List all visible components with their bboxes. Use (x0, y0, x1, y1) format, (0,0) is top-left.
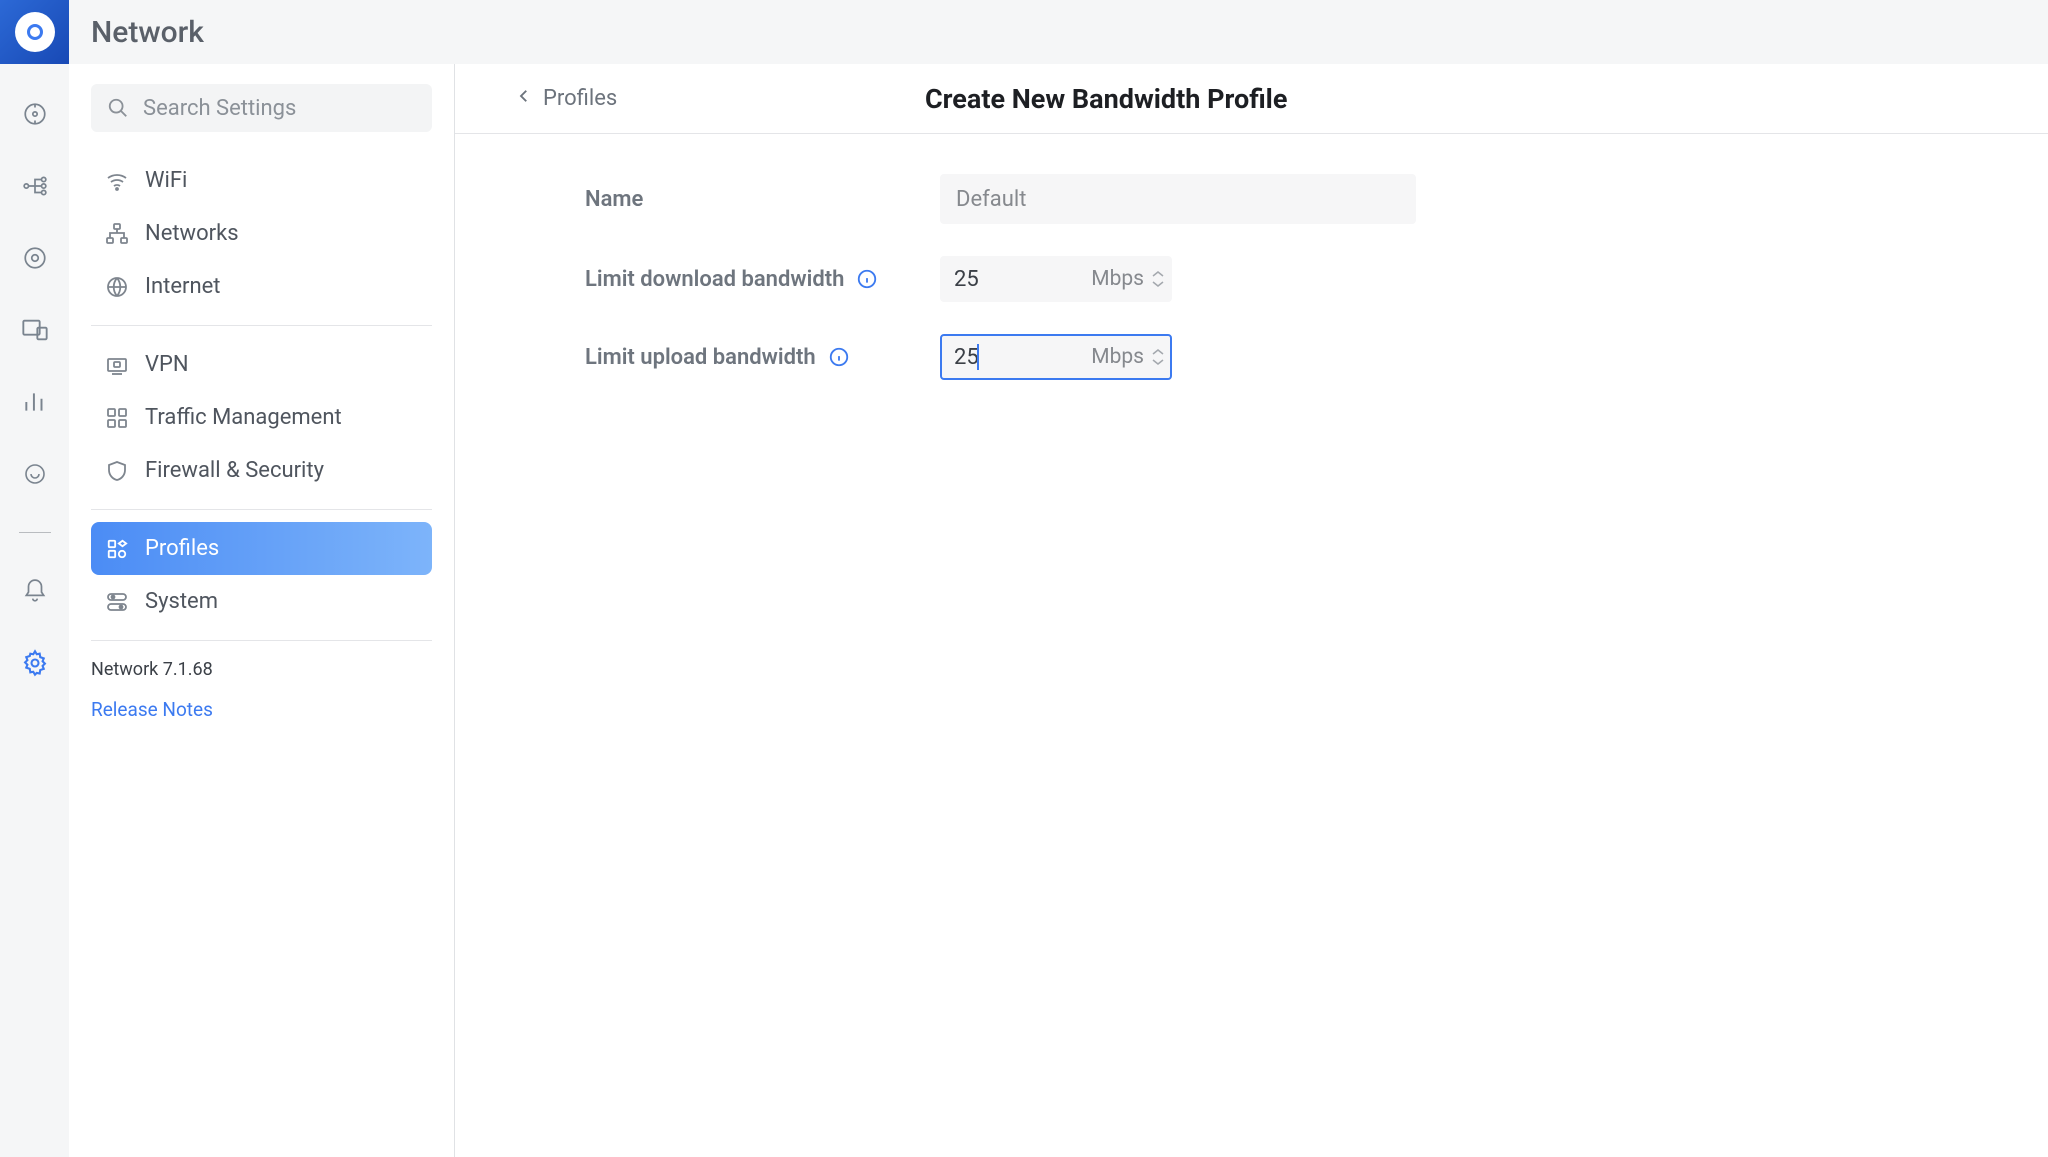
back-label: Profiles (543, 86, 617, 111)
nav-label: Internet (145, 274, 220, 299)
rail-stats-icon[interactable] (21, 388, 49, 416)
panel-title: Create New Bandwidth Profile (925, 83, 1287, 115)
chevron-left-icon (515, 86, 533, 111)
text-cursor (977, 344, 979, 370)
nav-networks[interactable]: Networks (91, 207, 432, 260)
nav-profiles[interactable]: Profiles (91, 522, 432, 575)
version-text: Network 7.1.68 (91, 659, 432, 680)
search-input[interactable] (143, 96, 416, 121)
release-notes-link[interactable]: Release Notes (91, 698, 432, 721)
page-title: Network (91, 15, 204, 50)
rail-divider (19, 532, 51, 533)
shield-icon (105, 459, 129, 483)
info-icon[interactable] (828, 346, 850, 368)
rail-dashboard-icon[interactable] (21, 100, 49, 128)
nav-wifi[interactable]: WiFi (91, 154, 432, 207)
stepper-up-icon[interactable] (1152, 270, 1164, 278)
nav-system[interactable]: System (91, 575, 432, 628)
stepper-up-icon[interactable] (1152, 348, 1164, 356)
nav-label: VPN (145, 352, 189, 377)
icon-rail (0, 0, 69, 1157)
nav-label: Profiles (145, 536, 219, 561)
app-header: Network (69, 0, 2048, 64)
stepper-down-icon[interactable] (1152, 280, 1164, 288)
rail-topology-icon[interactable] (21, 172, 49, 200)
upload-field-wrap[interactable]: 25 Mbps (940, 334, 1172, 380)
main-panel: Profiles Create New Bandwidth Profile Na… (455, 64, 2048, 1157)
rail-insights-icon[interactable] (21, 460, 49, 488)
vpn-icon (105, 353, 129, 377)
upload-label: Limit upload bandwidth (585, 345, 940, 370)
nav-label: Networks (145, 221, 239, 246)
info-icon[interactable] (856, 268, 878, 290)
rail-devices-icon[interactable] (21, 244, 49, 272)
globe-icon (105, 275, 129, 299)
wifi-icon (105, 169, 129, 193)
download-stepper[interactable] (1152, 270, 1164, 288)
download-unit: Mbps (1091, 267, 1144, 291)
nav-traffic[interactable]: Traffic Management (91, 391, 432, 444)
nav-firewall[interactable]: Firewall & Security (91, 444, 432, 497)
download-field-wrap[interactable]: Mbps (940, 256, 1172, 302)
system-icon (105, 590, 129, 614)
rail-clients-icon[interactable] (21, 316, 49, 344)
name-label: Name (585, 187, 940, 212)
nav-label: WiFi (145, 168, 187, 193)
networks-icon (105, 222, 129, 246)
nav-vpn[interactable]: VPN (91, 338, 432, 391)
upload-stepper[interactable] (1152, 348, 1164, 366)
search-icon (107, 97, 129, 119)
stepper-down-icon[interactable] (1152, 358, 1164, 366)
panel-header: Profiles Create New Bandwidth Profile (455, 64, 2048, 134)
app-logo[interactable] (0, 0, 69, 64)
traffic-icon (105, 406, 129, 430)
download-label: Limit download bandwidth (585, 267, 940, 292)
search-box[interactable] (91, 84, 432, 132)
upload-unit: Mbps (1091, 345, 1144, 369)
back-link[interactable]: Profiles (515, 86, 617, 111)
form-area: Name Limit download bandwidth Mbps (455, 134, 2048, 412)
profiles-icon (105, 537, 129, 561)
download-input[interactable] (954, 267, 1044, 292)
upload-value-display: 25 (954, 345, 979, 370)
nav-label: Firewall & Security (145, 458, 324, 483)
nav-label: Traffic Management (145, 405, 342, 430)
nav-label: System (145, 589, 218, 614)
nav-internet[interactable]: Internet (91, 260, 432, 313)
rail-notifications-icon[interactable] (21, 577, 49, 605)
name-input[interactable] (940, 174, 1416, 224)
settings-sidebar: WiFi Networks Internet (69, 64, 455, 1157)
rail-settings-icon[interactable] (21, 649, 49, 677)
